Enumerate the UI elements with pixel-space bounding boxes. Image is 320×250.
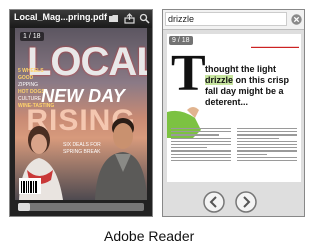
article-header-rule: ▬▬▬▬▬▬▬▬▬▬▬▬ [251, 44, 299, 49]
drop-cap-letter: T [171, 45, 206, 102]
pull-quote: thought the light drizzle on this crisp … [205, 64, 299, 108]
previous-page-icon[interactable] [203, 191, 225, 213]
document-toolbar: Local_Mag...pring.pdf [10, 10, 152, 28]
clear-search-icon[interactable] [291, 14, 302, 25]
page-scrubber-thumb[interactable] [18, 203, 30, 211]
search-icon[interactable] [139, 13, 150, 24]
app-caption: Adobe Reader [104, 228, 195, 244]
pull-quote-start: thought the light [205, 64, 276, 74]
cover-line-1: 5 WHEELS GOOD [18, 68, 44, 81]
next-page-icon[interactable] [235, 191, 257, 213]
right-phone-screen: drizzle 9 / 18 ▬▬▬▬▬▬▬▬▬▬▬▬ T thought th… [162, 9, 305, 217]
document-page[interactable]: 9 / 18 ▬▬▬▬▬▬▬▬▬▬▬▬ T thought the light … [167, 34, 301, 182]
magazine-cover-page[interactable]: 1 / 18 LOCAL 5 WHEELS GOOD ZIPPING HOT D… [15, 28, 147, 200]
file-title: Local_Mag...pring.pdf [14, 12, 108, 22]
search-highlight[interactable]: drizzle [205, 75, 234, 85]
body-text-column-right [237, 128, 297, 174]
left-phone-screen: Local_Mag...pring.pdf 1 / 18 LOCAL 5 WHE… [9, 9, 153, 217]
cover-barcode [19, 178, 41, 194]
search-input[interactable]: drizzle [165, 12, 287, 26]
folder-icon[interactable] [108, 13, 119, 24]
search-toolbar: drizzle [163, 10, 304, 30]
body-text-column-left [171, 128, 231, 174]
screenshot-stage: Local_Mag...pring.pdf 1 / 18 LOCAL 5 WHE… [0, 0, 315, 250]
share-icon[interactable] [124, 13, 135, 24]
cover-photo-man [95, 118, 147, 200]
page-indicator: 9 / 18 [169, 36, 193, 45]
page-scrubber[interactable] [18, 203, 144, 211]
